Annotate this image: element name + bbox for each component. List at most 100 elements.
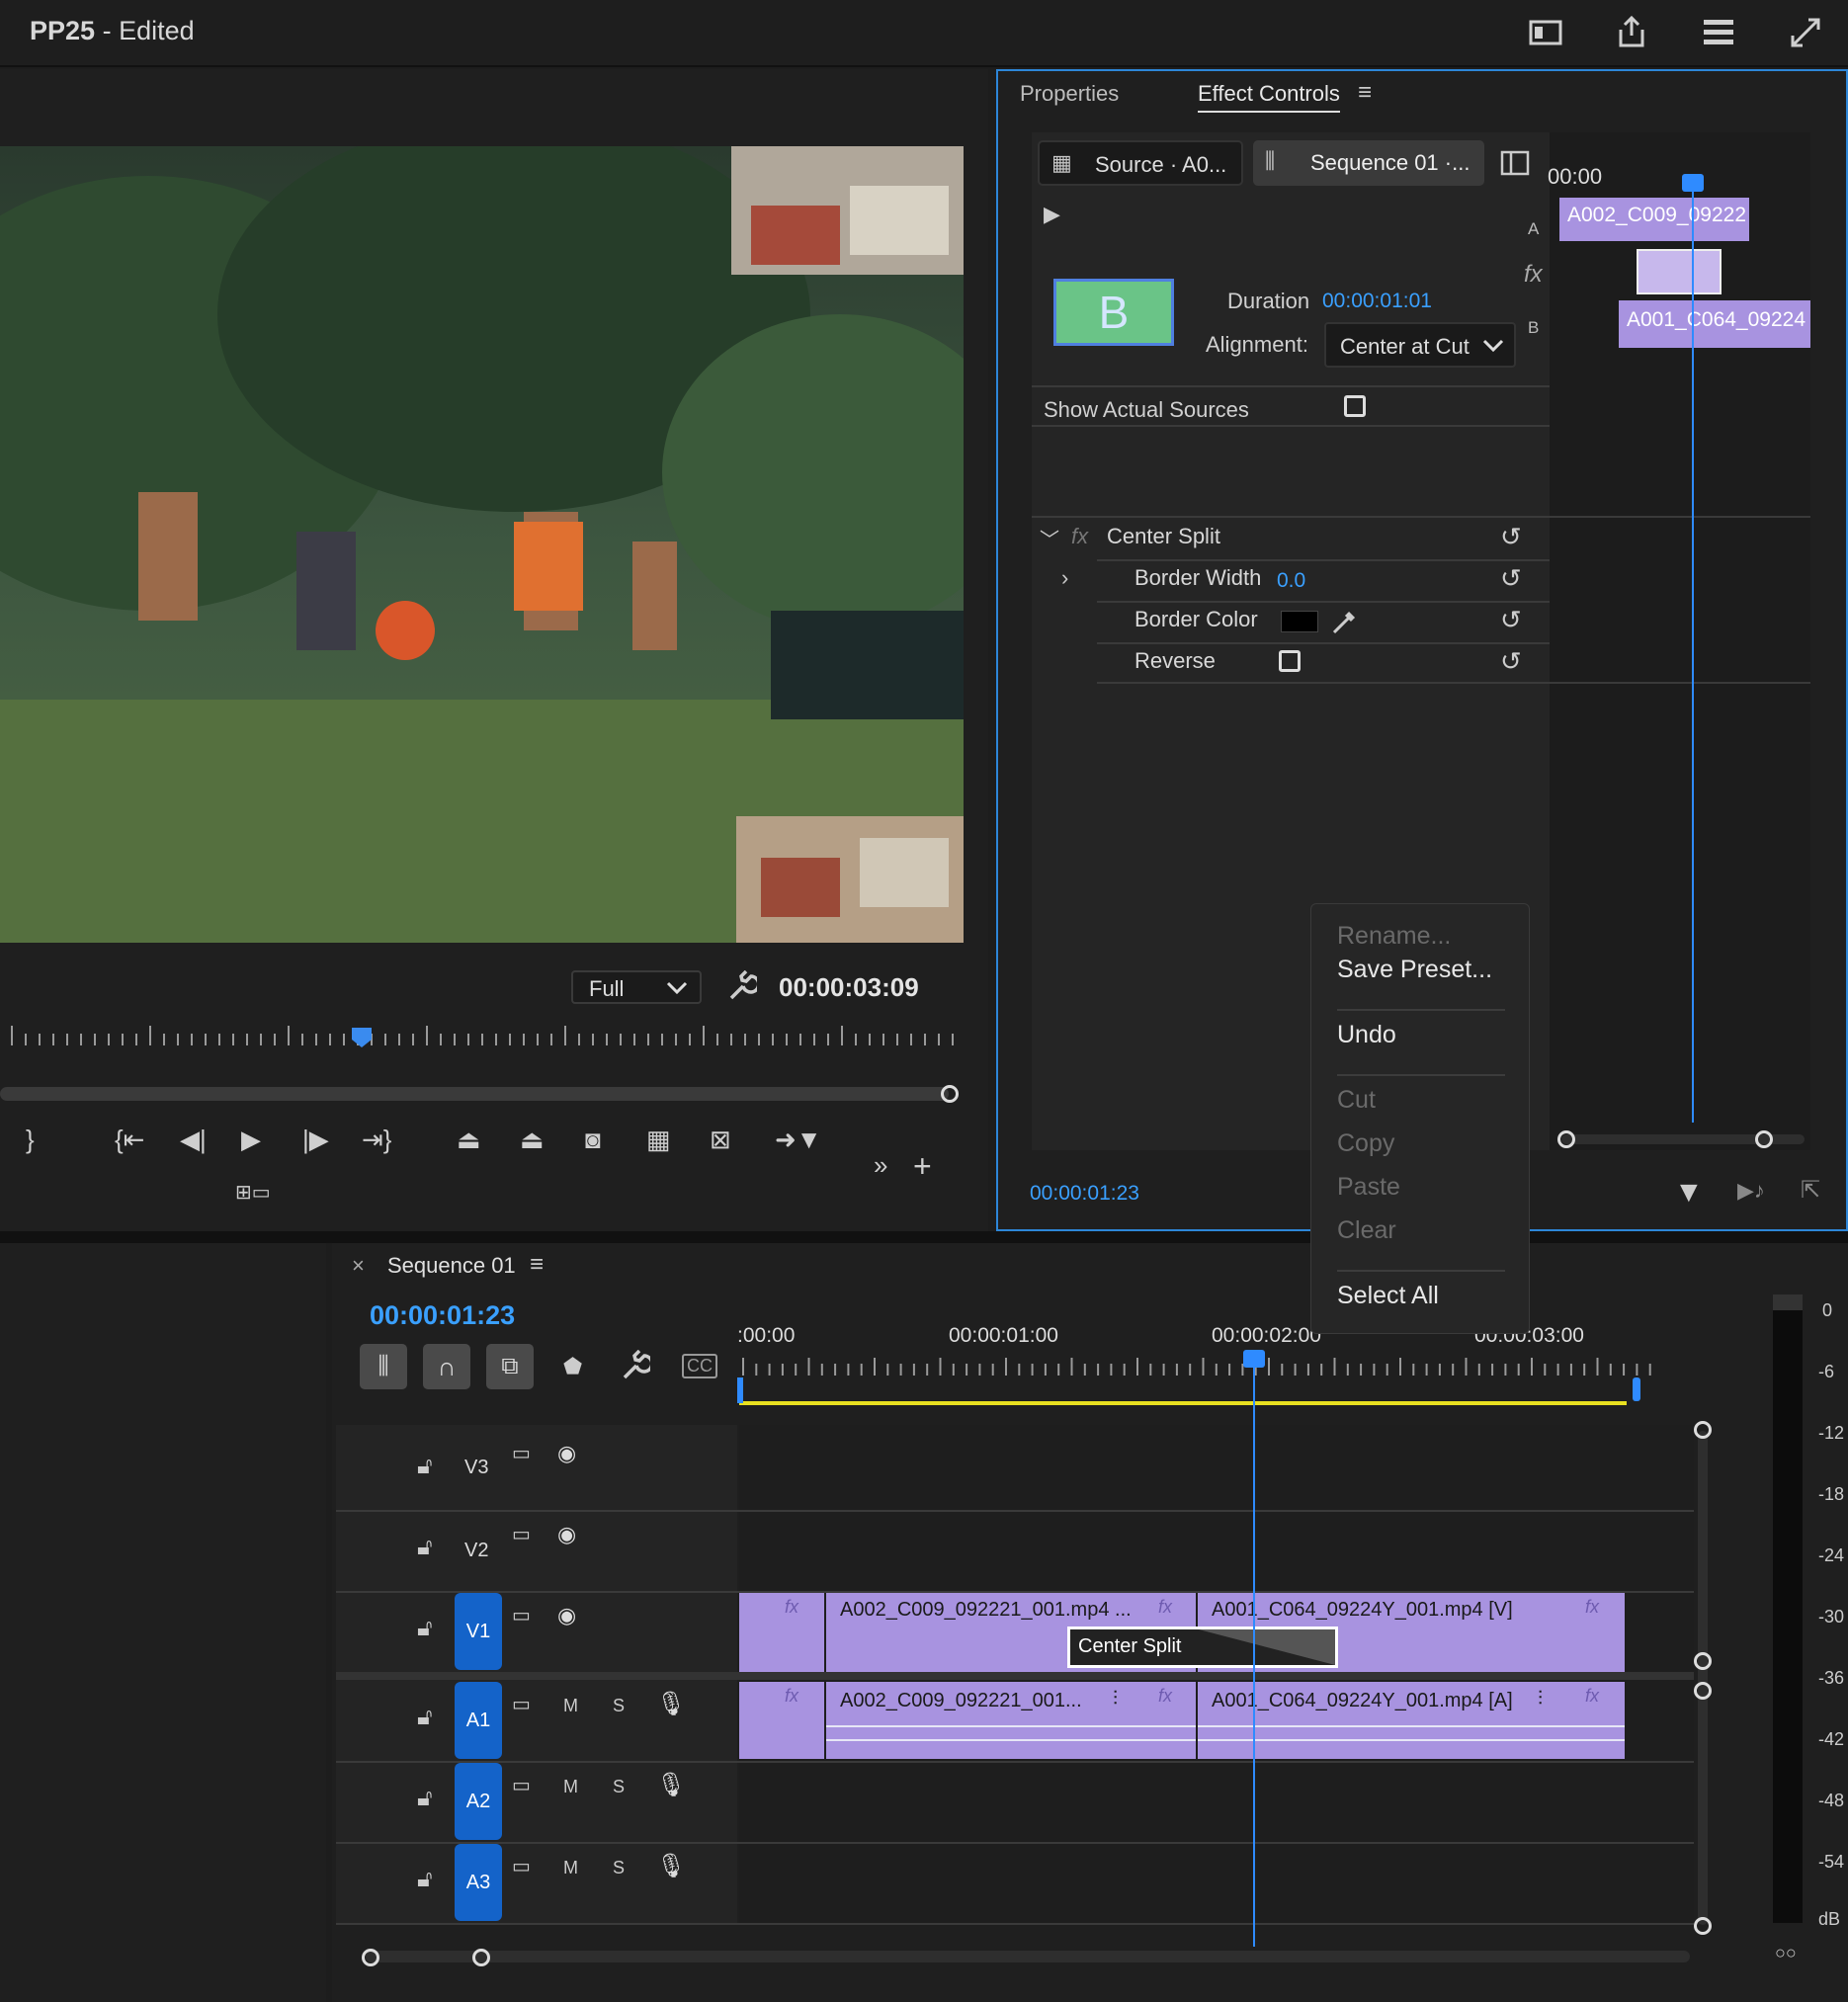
eye-icon[interactable]: ◉	[557, 1441, 576, 1466]
clip-a1-head[interactable]: fx	[739, 1682, 824, 1759]
menu-item-undo[interactable]: Undo	[1337, 1021, 1396, 1049]
captions-icon[interactable]: CC	[682, 1354, 717, 1378]
panel-menu-icon[interactable]: ≡	[1358, 79, 1372, 107]
alignment-select[interactable]: Center at Cut	[1324, 322, 1516, 368]
scroll-handle[interactable]	[1694, 1682, 1712, 1700]
sequence-tab[interactable]: ⫼ Sequence 01 ·...	[1253, 140, 1484, 186]
collapse-chevron-icon[interactable]: ﹀	[1040, 524, 1059, 552]
solo-button[interactable]: S	[613, 1777, 625, 1797]
add-button-icon[interactable]: +	[913, 1148, 932, 1185]
sync-lock-icon[interactable]: ▭	[512, 1854, 531, 1878]
mute-button[interactable]: M	[563, 1696, 578, 1716]
mini-clip-b[interactable]: A001_C064_09224	[1619, 300, 1810, 348]
source-tab[interactable]: ▦ Source · A0...	[1038, 140, 1243, 186]
solo-meter-icon[interactable]: ○○	[1775, 1943, 1797, 1963]
workspaces-icon[interactable]	[1700, 14, 1737, 51]
filter-icon[interactable]: ▼	[1674, 1176, 1704, 1210]
mark-out-icon[interactable]: }	[26, 1125, 35, 1155]
expand-chevron-icon[interactable]: ›	[1061, 565, 1068, 591]
sync-lock-icon[interactable]: ▭	[512, 1773, 531, 1797]
safe-margins-icon[interactable]: ⊠	[710, 1125, 731, 1155]
lift-icon[interactable]: ⏏	[457, 1125, 481, 1155]
duration-value[interactable]: 00:00:01:01	[1322, 290, 1432, 313]
eye-icon[interactable]: ◉	[557, 1522, 576, 1547]
clip-v1-head[interactable]: fx	[739, 1593, 824, 1672]
scroll-handle[interactable]	[1694, 1421, 1712, 1439]
solo-button[interactable]: S	[613, 1696, 625, 1716]
reset-reverse-icon[interactable]: ↺	[1500, 646, 1522, 677]
reset-border-width-icon[interactable]: ↺	[1500, 563, 1522, 594]
mini-playhead-handle[interactable]	[1682, 174, 1704, 192]
tab-effect-controls[interactable]: Effect Controls	[1198, 81, 1340, 113]
step-forward-icon[interactable]: |▶	[302, 1125, 329, 1155]
border-width-value[interactable]: 0.0	[1277, 569, 1305, 593]
overwrite-icon[interactable]: ➜▼	[775, 1125, 822, 1155]
timeline-settings-icon[interactable]	[619, 1350, 650, 1381]
multicam-icon[interactable]: ⊞▭	[235, 1180, 271, 1205]
microphone-icon[interactable]: 🎙︎	[656, 1852, 686, 1880]
scroll-handle[interactable]	[941, 1085, 959, 1103]
track-label-a3[interactable]: A3	[455, 1844, 502, 1921]
out-point-marker[interactable]	[1633, 1377, 1640, 1401]
go-to-out-icon[interactable]: ⇥}	[362, 1125, 391, 1155]
nest-sequence-icon[interactable]: ⫼	[360, 1344, 407, 1389]
play-icon[interactable]: ▶	[241, 1125, 261, 1155]
panel-layout-icon[interactable]	[1527, 14, 1564, 51]
more-icon[interactable]: »	[874, 1150, 887, 1181]
reverse-checkbox[interactable]	[1279, 650, 1301, 672]
solo-button[interactable]: S	[613, 1858, 625, 1878]
lock-icon[interactable]: 🔓︎	[417, 1704, 433, 1731]
zoom-handle-left[interactable]	[1557, 1130, 1575, 1148]
export-icon[interactable]: ⇱	[1801, 1176, 1820, 1205]
vertical-scrollbar[interactable]	[1698, 1431, 1708, 1925]
track-label-a1[interactable]: A1	[455, 1682, 502, 1759]
timeline-timecode[interactable]: 00:00:01:23	[370, 1300, 515, 1331]
track-label-v1[interactable]: V1	[455, 1593, 502, 1670]
mini-playhead[interactable]	[1692, 174, 1694, 1123]
program-ruler[interactable]	[0, 1024, 964, 1059]
toggle-timeline-icon[interactable]	[1500, 150, 1530, 176]
microphone-icon[interactable]: 🎙︎	[656, 1771, 686, 1799]
comparison-view-icon[interactable]: ▦	[646, 1125, 671, 1155]
scroll-handle[interactable]	[1694, 1917, 1712, 1935]
eyedropper-icon[interactable]	[1330, 607, 1360, 636]
zoom-handle-right[interactable]	[1755, 1130, 1773, 1148]
eye-icon[interactable]: ◉	[557, 1603, 576, 1628]
playhead-handle[interactable]	[1243, 1350, 1265, 1368]
ec-timecode[interactable]: 00:00:01:23	[1030, 1182, 1139, 1206]
menu-item-save-preset[interactable]: Save Preset...	[1337, 956, 1492, 984]
reset-border-color-icon[interactable]: ↺	[1500, 605, 1522, 635]
mini-transition[interactable]	[1637, 249, 1722, 294]
lock-icon[interactable]: 🔓︎	[417, 1534, 433, 1561]
scroll-handle[interactable]	[362, 1949, 379, 1966]
reset-effect-icon[interactable]: ↺	[1500, 522, 1522, 552]
mute-button[interactable]: M	[563, 1858, 578, 1878]
timeline-ruler[interactable]	[739, 1356, 1688, 1377]
clip-a1-a[interactable]: A002_C009_092221_001... ⫶ fx	[826, 1682, 1196, 1759]
sequence-tab-title[interactable]: Sequence 01	[387, 1253, 516, 1279]
in-point-marker[interactable]	[737, 1377, 743, 1403]
fit-select[interactable]: Full	[571, 970, 702, 1004]
go-to-in-icon[interactable]: {⇤	[115, 1125, 144, 1155]
sync-lock-icon[interactable]: ▭	[512, 1603, 531, 1627]
timeline-menu-icon[interactable]: ≡	[530, 1251, 544, 1279]
work-area-bar[interactable]	[739, 1401, 1627, 1405]
border-color-swatch[interactable]	[1281, 611, 1318, 632]
lock-icon[interactable]: 🔓︎	[417, 1785, 433, 1812]
mute-button[interactable]: M	[563, 1777, 578, 1797]
step-back-icon[interactable]: ◀|	[180, 1125, 207, 1155]
sync-lock-icon[interactable]: ▭	[512, 1441, 531, 1465]
extract-icon[interactable]: ⏏	[520, 1125, 545, 1155]
sync-lock-icon[interactable]: ▭	[512, 1522, 531, 1546]
clip-a1-b[interactable]: A001_C064_09224Y_001.mp4 [A] ⫶ fx	[1198, 1682, 1625, 1759]
tab-properties[interactable]: Properties	[1020, 81, 1119, 107]
lock-icon[interactable]: 🔓︎	[417, 1615, 433, 1642]
add-marker-icon[interactable]: ⬟	[563, 1354, 582, 1379]
show-sources-checkbox[interactable]	[1344, 395, 1366, 417]
lock-icon[interactable]: 🔓︎	[417, 1866, 433, 1893]
sync-lock-icon[interactable]: ▭	[512, 1692, 531, 1716]
scroll-handle[interactable]	[1694, 1652, 1712, 1670]
microphone-icon[interactable]: 🎙︎	[656, 1690, 686, 1718]
horizontal-scrollbar[interactable]	[366, 1951, 1690, 1962]
snap-icon[interactable]: ∩	[423, 1344, 470, 1389]
